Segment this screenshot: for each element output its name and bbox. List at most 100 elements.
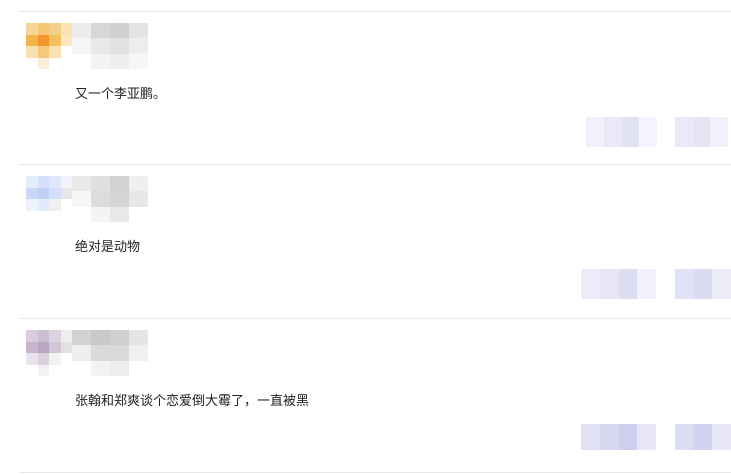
mosaic-cell	[49, 57, 61, 69]
mosaic-cell	[49, 341, 61, 353]
mosaic-cell	[60, 57, 72, 69]
mosaic-cell	[618, 269, 638, 299]
mosaic-cell	[110, 360, 129, 376]
mosaic-cell	[712, 269, 731, 299]
mosaic-cell	[37, 353, 49, 365]
mosaic-cell	[637, 424, 656, 450]
mosaic-cell	[91, 330, 110, 346]
actions-mosaic-icon	[581, 269, 731, 299]
mosaic-cell	[49, 210, 61, 222]
mosaic-cell	[674, 117, 693, 147]
mosaic-cell	[26, 330, 38, 342]
comment-actions-blurred[interactable]	[581, 424, 731, 450]
mosaic-cell	[49, 364, 61, 376]
username-blurred[interactable]	[72, 330, 148, 376]
actions-mosaic-icon	[586, 117, 728, 147]
avatar[interactable]	[26, 176, 72, 222]
mosaic-cell	[618, 424, 638, 450]
mosaic-cell	[37, 176, 49, 188]
mosaic-cell	[60, 210, 72, 222]
mosaic-cell	[72, 360, 91, 376]
mosaic-cell	[110, 191, 129, 207]
mosaic-cell	[110, 176, 129, 192]
mosaic-cell	[60, 34, 72, 46]
mosaic-cell	[581, 424, 600, 450]
mosaic-cell	[37, 341, 49, 353]
mosaic-cell	[693, 424, 713, 450]
mosaic-cell	[49, 353, 61, 365]
mosaic-cell	[37, 210, 49, 222]
mosaic-cell	[129, 191, 148, 207]
mosaic-cell	[693, 269, 713, 299]
mosaic-cell	[129, 345, 148, 361]
username-mosaic-icon	[72, 176, 148, 222]
mosaic-cell	[110, 53, 129, 69]
avatar-mosaic-icon	[26, 330, 72, 376]
mosaic-cell	[37, 199, 49, 211]
mosaic-cell	[26, 46, 38, 58]
mosaic-cell	[586, 117, 604, 147]
mosaic-cell	[49, 330, 61, 342]
username-mosaic-icon	[72, 330, 148, 376]
mosaic-cell	[710, 117, 728, 147]
mosaic-cell	[26, 364, 38, 376]
mosaic-cell	[91, 23, 110, 39]
comment-actions-blurred[interactable]	[581, 269, 731, 299]
mosaic-cell	[637, 269, 656, 299]
mosaic-cell	[639, 117, 657, 147]
mosaic-cell	[110, 345, 129, 361]
mosaic-cell	[110, 330, 129, 346]
mosaic-cell	[26, 199, 38, 211]
comment-item: 又一个李亚鹏。	[0, 11, 731, 163]
mosaic-cell	[60, 176, 72, 188]
mosaic-cell	[37, 34, 49, 46]
mosaic-cell	[110, 23, 129, 39]
mosaic-cell	[91, 191, 110, 207]
mosaic-cell	[60, 341, 72, 353]
comment-item: 张翰和郑爽谈个恋爱倒大霉了，一直被黑	[0, 318, 731, 470]
mosaic-cell	[26, 210, 38, 222]
comment-text: 张翰和郑爽谈个恋爱倒大霉了，一直被黑	[75, 394, 310, 409]
mosaic-cell	[26, 57, 38, 69]
mosaic-cell	[91, 53, 110, 69]
mosaic-cell	[72, 206, 91, 222]
mosaic-cell	[26, 34, 38, 46]
comment-item: 绝对是动物	[0, 164, 731, 316]
mosaic-cell	[129, 23, 148, 39]
comment-text: 绝对是动物	[75, 240, 141, 255]
mosaic-cell	[599, 424, 619, 450]
comment-actions-blurred[interactable]	[586, 117, 728, 147]
mosaic-cell	[692, 117, 711, 147]
mosaic-cell	[26, 353, 38, 365]
mosaic-cell	[60, 46, 72, 58]
mosaic-cell	[60, 330, 72, 342]
mosaic-cell	[72, 191, 91, 207]
mosaic-cell	[712, 424, 731, 450]
actions-mosaic-icon	[581, 424, 731, 450]
mosaic-cell	[91, 345, 110, 361]
mosaic-cell	[49, 199, 61, 211]
mosaic-cell	[656, 269, 675, 299]
mosaic-cell	[49, 176, 61, 188]
bottom-divider	[19, 472, 731, 473]
mosaic-cell	[60, 353, 72, 365]
mosaic-cell	[49, 34, 61, 46]
mosaic-cell	[26, 23, 38, 35]
mosaic-cell	[657, 117, 675, 147]
mosaic-cell	[129, 53, 148, 69]
mosaic-cell	[110, 206, 129, 222]
mosaic-cell	[603, 117, 622, 147]
avatar[interactable]	[26, 23, 72, 69]
mosaic-cell	[37, 187, 49, 199]
username-mosaic-icon	[72, 23, 148, 69]
mosaic-cell	[129, 206, 148, 222]
avatar[interactable]	[26, 330, 72, 376]
mosaic-cell	[60, 187, 72, 199]
username-blurred[interactable]	[72, 23, 148, 69]
mosaic-cell	[37, 23, 49, 35]
mosaic-cell	[129, 176, 148, 192]
mosaic-cell	[72, 53, 91, 69]
mosaic-cell	[37, 364, 49, 376]
mosaic-cell	[91, 206, 110, 222]
username-blurred[interactable]	[72, 176, 148, 222]
